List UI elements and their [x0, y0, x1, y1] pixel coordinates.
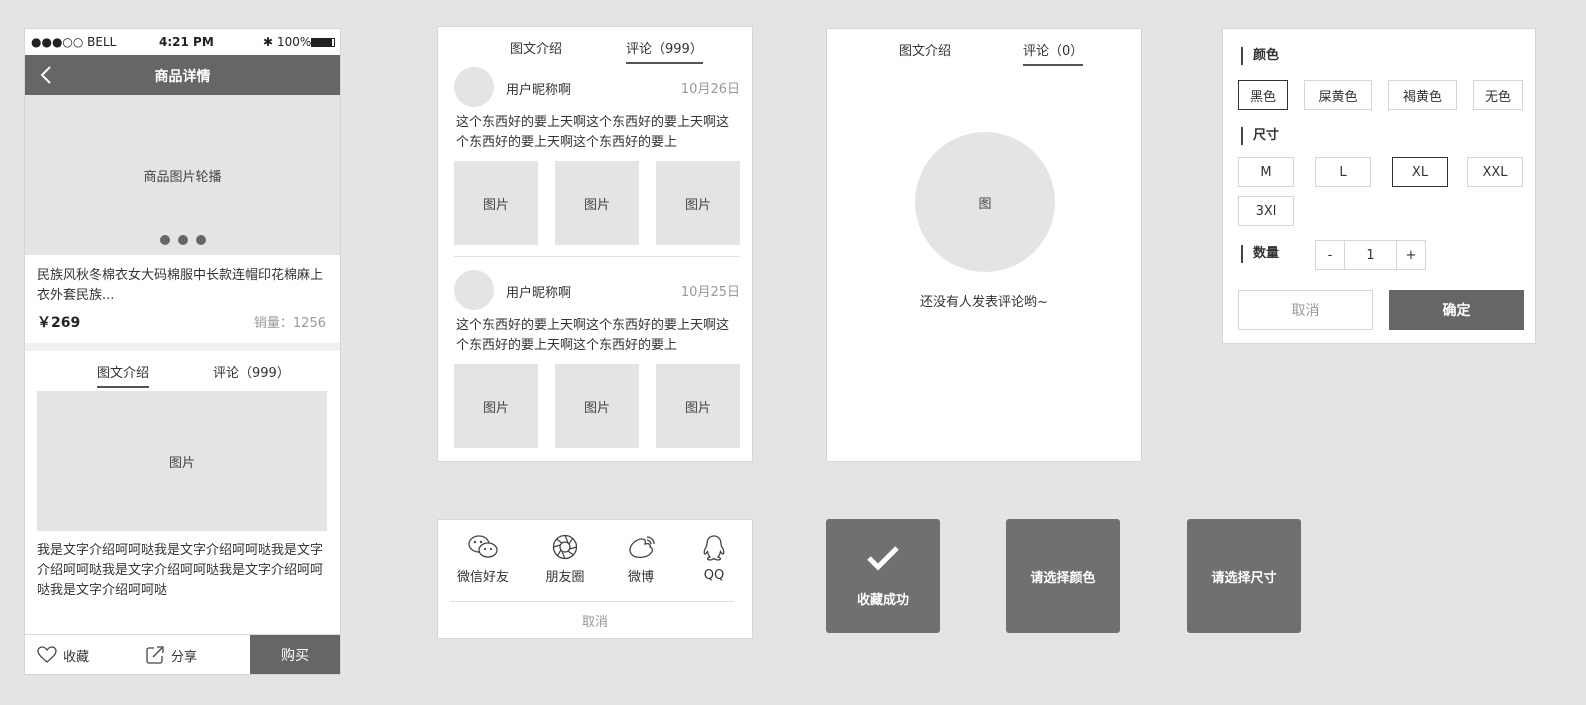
share-button[interactable]: 分享	[145, 635, 198, 674]
toast-select-size: 请选择尺寸	[1187, 519, 1301, 633]
product-image-carousel[interactable]: 商品图片轮播	[25, 95, 340, 255]
product-price: ￥269	[37, 315, 81, 331]
checkmark-icon	[867, 545, 899, 571]
avatar	[454, 270, 494, 310]
toast-favorited: 收藏成功	[826, 519, 940, 633]
share-weibo[interactable]: 微博	[606, 534, 676, 585]
color-option-brown[interactable]: 褐黄色	[1388, 80, 1457, 110]
empty-comments-panel: 图文介绍 评论（0） 图 还没有人发表评论哟~	[826, 28, 1142, 462]
bluetooth-icon: ✱	[263, 35, 274, 49]
comment-username: 用户昵称啊	[506, 83, 572, 98]
toast-select-size-text: 请选择尺寸	[1211, 570, 1277, 586]
empty-message: 还没有人发表评论哟~	[920, 295, 1048, 310]
carousel-dots	[25, 235, 340, 245]
qq-icon	[703, 535, 725, 561]
comment-image[interactable]: 图片	[555, 161, 639, 245]
share-moments-label: 朋友圈	[545, 570, 585, 585]
color-section-title: 颜色	[1241, 47, 1279, 65]
share-moments[interactable]: 朋友圈	[530, 534, 600, 585]
comment-date: 10月26日	[680, 82, 740, 97]
detail-text: 我是文字介绍呵呵哒我是文字介绍呵呵哒我是文字介绍呵呵哒我是文字介绍呵呵哒我是文字…	[37, 543, 324, 598]
avatar	[454, 67, 494, 107]
tab-intro[interactable]: 图文介绍	[899, 40, 951, 64]
tab-intro[interactable]: 图文介绍	[510, 38, 562, 62]
detail-image: 图片	[37, 391, 327, 531]
share-label: 分享	[171, 649, 198, 665]
toast-select-color-text: 请选择颜色	[1030, 570, 1096, 586]
wechat-icon	[468, 535, 498, 558]
tab-intro[interactable]: 图文介绍	[97, 362, 150, 388]
battery-icon	[311, 38, 335, 47]
quantity-plus-button[interactable]: +	[1396, 240, 1426, 270]
nav-bar: 商品详情	[25, 55, 340, 95]
color-option-yellow[interactable]: 屎黄色	[1304, 80, 1372, 110]
toast-favorited-text: 收藏成功	[856, 592, 909, 608]
buy-button[interactable]: 购买	[250, 635, 340, 674]
carousel-label: 商品图片轮播	[143, 169, 222, 185]
weibo-icon	[629, 536, 655, 559]
empty-image: 图	[915, 132, 1055, 272]
sku-selector-panel: 颜色 黑色 屎黄色 褐黄色 无色 尺寸 M L XL XXL 3Xl 数量 - …	[1222, 28, 1536, 344]
comment-images: 图片 图片 图片	[454, 161, 740, 245]
size-option-3xl[interactable]: 3Xl	[1238, 196, 1294, 226]
quantity-section-title: 数量	[1241, 245, 1279, 263]
carousel-dot[interactable]	[195, 235, 206, 245]
bottom-action-bar: 收藏 分享 购买	[25, 634, 340, 674]
share-wechat-label: 微信好友	[456, 570, 509, 585]
quantity-minus-button[interactable]: -	[1315, 240, 1345, 270]
size-option-xl[interactable]: XL	[1392, 157, 1448, 187]
divider	[450, 601, 734, 602]
comment-image[interactable]: 图片	[656, 364, 740, 448]
favorite-button[interactable]: 收藏	[37, 635, 90, 674]
phone-product-detail: ●●●○○ BELL 4:21 PM ✱ 100% 商品详情 商品图片轮播 民族…	[24, 28, 341, 675]
share-qq-label: QQ	[703, 568, 725, 583]
confirm-button[interactable]: 确定	[1389, 290, 1524, 330]
share-cancel-button[interactable]: 取消	[438, 611, 752, 630]
comment-image[interactable]: 图片	[656, 161, 740, 245]
heart-icon	[37, 646, 57, 663]
section-gap	[25, 343, 340, 351]
comment-text: 这个东西好的要上天啊这个东西好的要上天啊这个东西好的要上天啊这个东西好的要上	[456, 318, 730, 353]
comment-text: 这个东西好的要上天啊这个东西好的要上天啊这个东西好的要上天啊这个东西好的要上	[456, 115, 730, 150]
toast-select-color: 请选择颜色	[1006, 519, 1120, 633]
comment-date: 10月25日	[680, 285, 740, 300]
share-weibo-label: 微博	[627, 570, 654, 585]
size-section-title: 尺寸	[1241, 127, 1279, 145]
tab-comments[interactable]: 评论（999）	[213, 362, 290, 386]
size-option-xxl[interactable]: XXL	[1467, 157, 1523, 187]
comment-image[interactable]: 图片	[555, 364, 639, 448]
share-wechat[interactable]: 微信好友	[448, 534, 518, 585]
quantity-input[interactable]: 1	[1344, 240, 1397, 270]
moments-icon	[552, 534, 578, 560]
divider	[454, 256, 740, 257]
product-name: 民族风秋冬棉衣女大码棉服中长款连帽印花棉麻上衣外套民族...	[37, 268, 324, 303]
sales-count: 销量：1256	[253, 316, 326, 331]
comments-panel: 图文介绍 评论（999） 用户昵称啊 10月26日 这个东西好的要上天啊这个东西…	[437, 26, 753, 462]
cancel-button[interactable]: 取消	[1238, 290, 1373, 330]
share-icon	[146, 646, 164, 664]
carousel-dot[interactable]	[177, 235, 188, 245]
comment-username: 用户昵称啊	[506, 286, 572, 301]
color-option-none[interactable]: 无色	[1473, 80, 1523, 110]
battery-percent: 100%	[277, 35, 312, 49]
comment-image[interactable]: 图片	[454, 364, 538, 448]
favorite-label: 收藏	[63, 649, 90, 665]
carousel-dot[interactable]	[159, 235, 170, 245]
size-option-m[interactable]: M	[1238, 157, 1294, 187]
carrier: ●●●○○ BELL	[31, 35, 117, 49]
share-qq[interactable]: QQ	[679, 534, 749, 583]
tab-comments[interactable]: 评论（999）	[626, 38, 703, 64]
size-option-l[interactable]: L	[1315, 157, 1371, 187]
color-option-black[interactable]: 黑色	[1238, 80, 1288, 110]
status-time: 4:21 PM	[159, 35, 214, 49]
status-bar: ●●●○○ BELL 4:21 PM ✱ 100%	[25, 29, 340, 55]
comment-images: 图片 图片 图片	[454, 364, 740, 448]
tab-comments[interactable]: 评论（0）	[1023, 40, 1084, 66]
share-sheet: 微信好友 朋友圈 微博 QQ 取消	[437, 519, 753, 639]
comment-image[interactable]: 图片	[454, 161, 538, 245]
page-title: 商品详情	[154, 69, 211, 85]
detail-image-label: 图片	[168, 455, 195, 471]
